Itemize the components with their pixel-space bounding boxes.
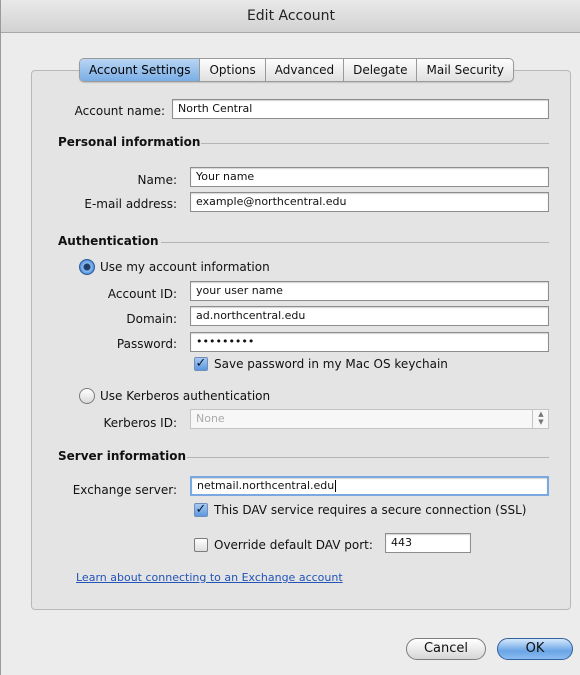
window-title: Edit Account <box>1 0 580 33</box>
domain-label: Domain: <box>126 312 177 326</box>
use-account-info-label: Use my account information <box>100 260 270 274</box>
exchange-server-input[interactable]: netmail.northcentral.edu <box>190 476 549 496</box>
kerberos-id-select: None <box>190 409 549 429</box>
exchange-server-value: netmail.northcentral.edu <box>197 479 335 492</box>
account-name-input[interactable]: North Central <box>172 99 549 119</box>
use-kerberos-label: Use Kerberos authentication <box>100 389 271 403</box>
dav-port-input[interactable]: 443 <box>385 533 471 553</box>
override-port-checkbox[interactable]: ✓ <box>194 538 208 552</box>
text-caret <box>335 480 337 492</box>
use-kerberos-radio[interactable] <box>79 388 95 404</box>
kerberos-id-label: Kerberos ID: <box>103 416 178 430</box>
use-account-info-radio[interactable] <box>79 259 95 275</box>
tab-account-settings[interactable]: Account Settings <box>80 59 200 81</box>
exchange-server-label: Exchange server: <box>72 483 177 497</box>
section-divider <box>201 143 549 144</box>
ssl-label: This DAV service requires a secure conne… <box>214 503 527 517</box>
account-id-input[interactable]: your user name <box>190 281 549 301</box>
cancel-button[interactable]: Cancel <box>406 638 486 660</box>
section-divider <box>161 242 549 243</box>
password-label: Password: <box>116 337 177 351</box>
authentication-heading: Authentication <box>58 234 159 248</box>
tab-options[interactable]: Options <box>199 59 264 81</box>
server-info-heading: Server information <box>58 449 187 463</box>
exchange-help-link[interactable]: Learn about connecting to an Exchange ac… <box>76 571 343 584</box>
personal-info-heading: Personal information <box>58 135 201 149</box>
tab-bar: Account Settings Options Advanced Delega… <box>79 58 514 82</box>
name-input[interactable]: Your name <box>190 167 549 187</box>
account-id-label: Account ID: <box>107 287 177 301</box>
tab-mail-security[interactable]: Mail Security <box>416 59 512 81</box>
password-input[interactable]: ••••••••• <box>190 332 549 352</box>
tab-advanced[interactable]: Advanced <box>264 59 343 81</box>
ok-button[interactable]: OK <box>497 638 573 660</box>
ssl-checkbox[interactable]: ✓ <box>194 503 208 517</box>
save-password-label: Save password in my Mac OS keychain <box>214 357 448 371</box>
kerberos-stepper-icon: ▲ ▼ <box>532 410 549 428</box>
account-name-label: Account name: <box>74 104 165 118</box>
tab-delegate[interactable]: Delegate <box>343 59 416 81</box>
save-password-checkbox[interactable]: ✓ <box>194 357 208 371</box>
domain-input[interactable]: ad.northcentral.edu <box>190 306 549 326</box>
kerberos-id-value: None <box>196 412 225 425</box>
email-input[interactable]: example@northcentral.edu <box>190 192 549 212</box>
edit-account-window: Edit Account Account Settings Options Ad… <box>0 0 580 675</box>
section-divider <box>187 457 549 458</box>
name-label: Name: <box>137 173 177 187</box>
email-label: E-mail address: <box>84 197 177 211</box>
override-port-label: Override default DAV port: <box>214 538 373 552</box>
